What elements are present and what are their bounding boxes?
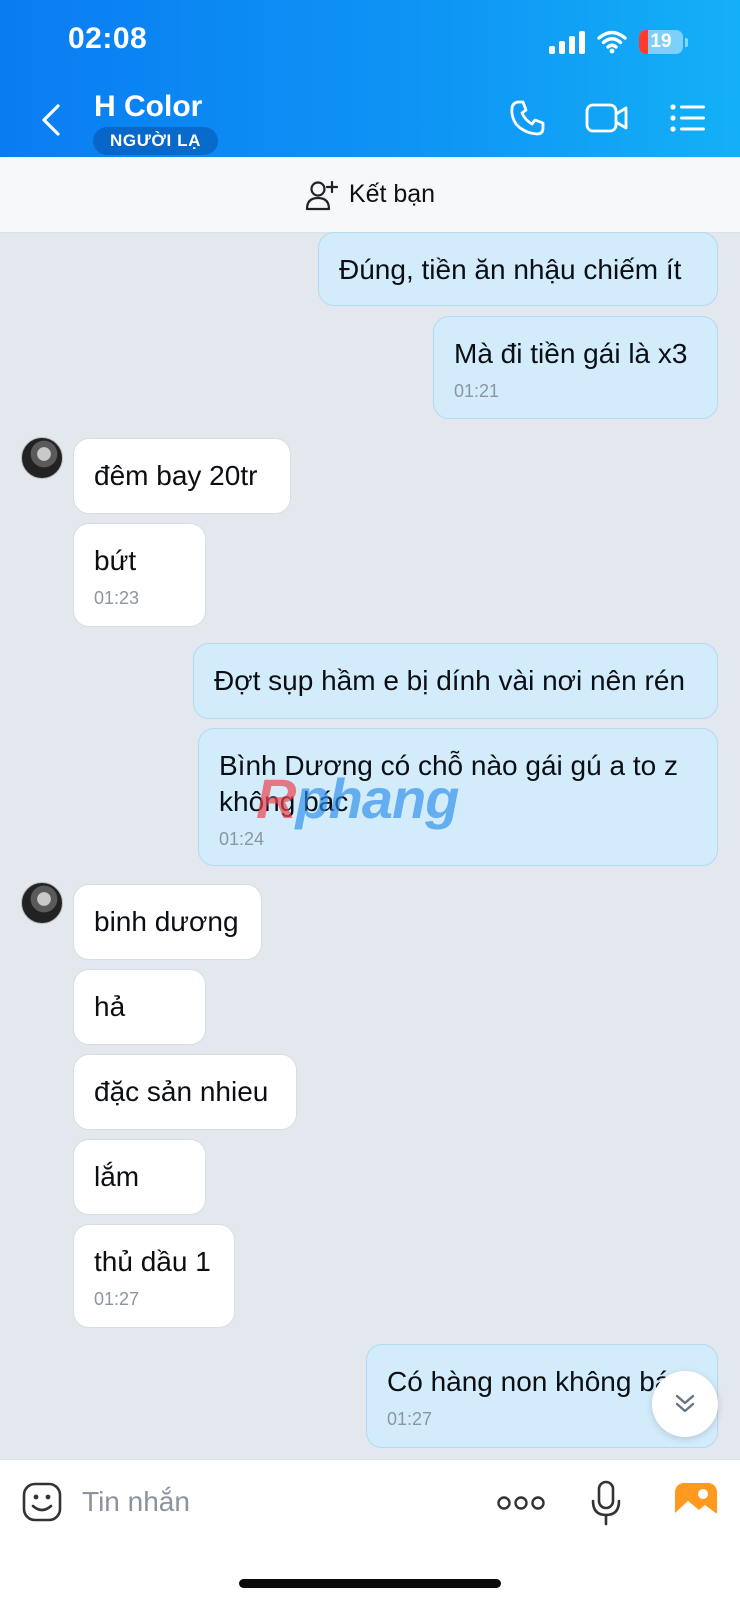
sticker-icon xyxy=(22,1482,62,1522)
message-text: thủ dầu 1 xyxy=(94,1246,211,1277)
message-text: Có hàng non không bá xyxy=(387,1366,671,1397)
message-text: đặc sản nhieu xyxy=(94,1076,269,1107)
wifi-icon xyxy=(597,30,627,54)
message-text: binh dương xyxy=(94,906,239,937)
more-options-icon xyxy=(497,1496,545,1510)
menu-list-icon xyxy=(670,104,705,132)
add-friend-label[interactable]: Kết bạn xyxy=(349,180,435,209)
status-time: 02:08 xyxy=(68,22,148,55)
add-person-icon xyxy=(305,180,339,210)
message-bubble[interactable]: binh dương xyxy=(73,884,262,960)
signal-icon xyxy=(549,30,585,54)
battery-indicator: 19 xyxy=(639,30,683,54)
watermark-logo: Rphang xyxy=(256,767,459,830)
message-text: Đúng, tiền ăn nhậu chiếm ít xyxy=(339,254,682,285)
message-input-bar: Tin nhắn xyxy=(0,1459,740,1600)
sticker-button[interactable] xyxy=(20,1480,64,1524)
message-bubble[interactable]: bứt 01:23 xyxy=(73,523,206,627)
chat-header: 02:08 19 H Color NGƯỜI LẠ xyxy=(0,0,740,157)
message-text: hả xyxy=(94,991,126,1022)
message-bubble[interactable]: lắm xyxy=(73,1139,206,1215)
double-chevron-down-icon xyxy=(675,1394,695,1413)
scroll-to-bottom-button[interactable] xyxy=(652,1371,718,1437)
message-time: 01:24 xyxy=(219,829,265,849)
message-time: 01:21 xyxy=(454,381,500,401)
image-gallery-icon xyxy=(675,1483,717,1521)
microphone-icon xyxy=(591,1480,621,1526)
call-button[interactable] xyxy=(508,98,548,138)
stranger-badge: NGƯỜI LẠ xyxy=(93,127,219,155)
contact-name[interactable]: H Color xyxy=(94,90,202,124)
add-friend-bar[interactable]: Kết bạn xyxy=(0,157,740,233)
video-call-icon xyxy=(585,103,628,133)
message-text: lắm xyxy=(94,1161,140,1192)
message-input[interactable]: Tin nhắn xyxy=(82,1486,190,1518)
status-icons: 19 xyxy=(549,26,688,58)
message-bubble[interactable]: đêm bay 20tr xyxy=(73,438,291,514)
more-options-button[interactable] xyxy=(496,1488,546,1518)
message-bubble[interactable]: đặc sản nhieu xyxy=(73,1054,297,1130)
back-button[interactable] xyxy=(36,100,66,140)
message-bubble[interactable]: hả xyxy=(73,969,206,1045)
video-call-button[interactable] xyxy=(585,98,629,138)
message-text: đêm bay 20tr xyxy=(94,460,258,491)
message-text: Đợt sụp hầm e bị dính vài nơi nên rén xyxy=(214,665,685,696)
contact-avatar[interactable] xyxy=(21,882,63,924)
message-time: 01:27 xyxy=(387,1409,433,1429)
battery-level: 19 xyxy=(650,31,672,52)
voice-message-button[interactable] xyxy=(588,1478,624,1528)
message-bubble[interactable]: Đợt sụp hầm e bị dính vài nơi nên rén xyxy=(193,643,718,719)
home-indicator[interactable] xyxy=(239,1579,501,1588)
message-text: bứt xyxy=(94,545,137,576)
message-text: Mà đi tiền gái là x3 xyxy=(454,338,688,369)
contact-avatar[interactable] xyxy=(21,437,63,479)
message-bubble[interactable]: thủ dầu 1 01:27 xyxy=(73,1224,235,1328)
phone-icon xyxy=(510,100,545,136)
message-bubble[interactable]: Mà đi tiền gái là x3 01:21 xyxy=(433,316,718,419)
gallery-button[interactable] xyxy=(674,1480,718,1524)
chat-options-button[interactable] xyxy=(668,98,708,138)
message-time: 01:23 xyxy=(94,588,140,608)
message-time: 01:27 xyxy=(94,1289,140,1309)
message-bubble[interactable]: Đúng, tiền ăn nhậu chiếm ít xyxy=(318,232,718,306)
back-arrow-icon xyxy=(42,104,60,136)
